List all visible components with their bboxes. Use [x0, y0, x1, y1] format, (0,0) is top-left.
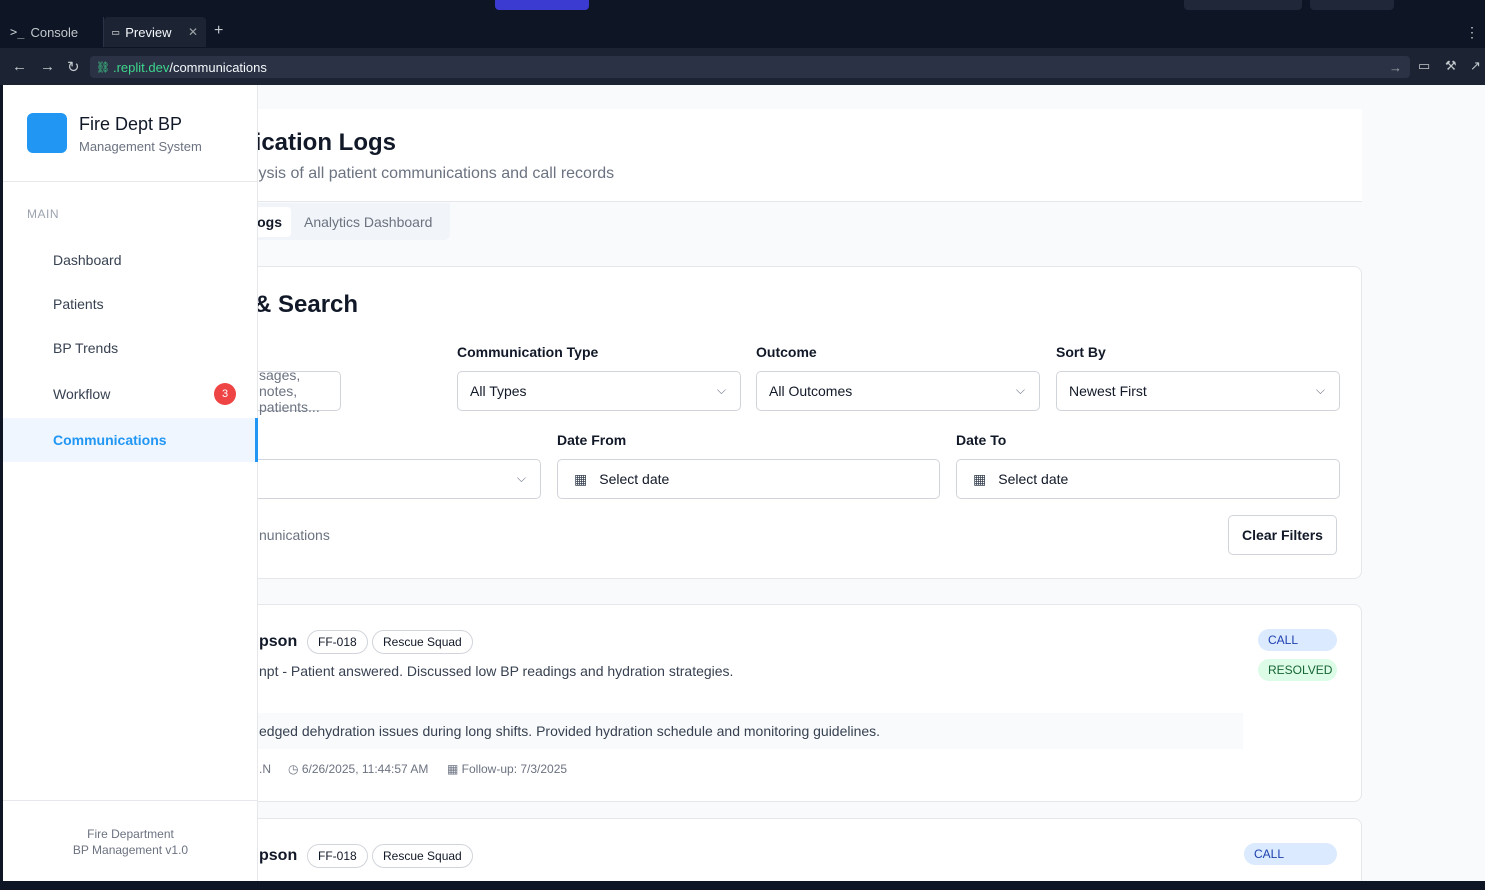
- sidebar-item-label: Dashboard: [53, 252, 122, 268]
- back-icon[interactable]: ←: [12, 58, 27, 75]
- sort-value: Newest First: [1069, 383, 1147, 399]
- chevron-down-icon: ⌵: [716, 383, 726, 397]
- outcome-select[interactable]: All Outcomes ⌵: [756, 371, 1040, 411]
- search-placeholder: sages, notes, patients...: [259, 367, 320, 415]
- date-from-label: Date From: [557, 432, 627, 448]
- brand: Fire Dept BP Management System: [3, 85, 257, 182]
- page-title: nication Logs: [236, 129, 396, 157]
- calendar-icon: ▦: [574, 470, 588, 487]
- go-icon[interactable]: →: [1389, 60, 1402, 75]
- status-badge: RESOLVED: [1258, 659, 1337, 681]
- tab-console-label: Console: [30, 24, 79, 40]
- type-label: Communication Type: [457, 344, 599, 360]
- url-host: .replit.dev: [112, 59, 170, 75]
- reload-icon[interactable]: ↻: [67, 58, 80, 76]
- footer-version: BP Management v1.0: [72, 843, 189, 857]
- outcome-label: Outcome: [756, 344, 817, 360]
- notification-badge: 3: [214, 383, 236, 405]
- bottom-strip: [0, 881, 1485, 890]
- unit-chip: Rescue Squad: [372, 630, 473, 654]
- preview-viewport: Fire Dept BP Management System MAIN Dash…: [3, 85, 1485, 881]
- communication-summary: npt - Patient answered. Discussed low BP…: [259, 663, 734, 679]
- sidebar-footer: Fire Department BP Management v1.0: [3, 800, 258, 881]
- date-from-placeholder: Select date: [599, 471, 670, 487]
- more-icon[interactable]: ⋮: [1465, 24, 1479, 41]
- author: .N: [259, 762, 271, 776]
- chevron-down-icon: ⌵: [516, 471, 526, 485]
- sidebar-item-label: Communications: [53, 432, 167, 448]
- calendar-icon: ▦: [973, 470, 987, 487]
- communication-note: edged dehydration issues during long shi…: [254, 713, 1243, 749]
- link-icon: ⛓: [96, 61, 110, 74]
- terminal-icon: >_: [10, 25, 25, 39]
- chevron-down-icon: ⌵: [1315, 383, 1325, 397]
- date-from-input[interactable]: ▦ Select date: [557, 459, 940, 499]
- type-select[interactable]: All Types ⌵: [457, 371, 741, 411]
- sidebar-item-communications[interactable]: Communications: [3, 418, 258, 462]
- outcome-value: All Outcomes: [769, 383, 853, 399]
- filters-card: & Search sages, notes, patients... Commu…: [134, 266, 1362, 579]
- patient-name: pson: [259, 633, 298, 650]
- devices-icon[interactable]: ▭: [1418, 58, 1430, 74]
- timestamp-text: 6/26/2025, 11:44:57 AM: [301, 762, 429, 776]
- type-badge: CALL: [1258, 629, 1337, 651]
- new-tab-icon[interactable]: +: [214, 22, 223, 40]
- section-label: MAIN: [27, 207, 59, 221]
- followup-date: ▦ Follow-up: 7/3/2025: [447, 762, 567, 776]
- url-path: /communications: [169, 59, 267, 75]
- page-subtitle: alysis of all patient communications and…: [246, 165, 615, 182]
- date-to-placeholder: Select date: [998, 471, 1069, 487]
- sidebar: Fire Dept BP Management System MAIN Dash…: [3, 85, 258, 881]
- brand-title: Fire Dept BP: [79, 114, 183, 134]
- chevron-down-icon: ⌵: [1015, 383, 1025, 397]
- sidebar-item-dashboard[interactable]: Dashboard: [3, 238, 258, 282]
- tab-analytics[interactable]: Analytics Dashboard: [304, 207, 432, 237]
- calendar-icon: ▦: [447, 762, 462, 776]
- patient-id-chip: FF-018: [307, 844, 368, 868]
- tab-preview-label: Preview: [125, 24, 172, 40]
- results-count: nunications: [259, 527, 330, 543]
- date-to-input[interactable]: ▦ Select date: [956, 459, 1340, 499]
- communication-card[interactable]: pson FF-018 Rescue Squad CALL: [163, 818, 1362, 881]
- sidebar-item-label: BP Trends: [53, 340, 119, 356]
- patient-name: pson: [259, 847, 298, 864]
- type-badge: CALL: [1244, 843, 1337, 865]
- url-input[interactable]: ⛓ .replit.dev /communications →: [90, 56, 1410, 78]
- timestamp: ◷ 6/26/2025, 11:44:57 AM: [288, 762, 428, 776]
- patient-id-chip: FF-018: [307, 630, 368, 654]
- page-header: nication Logs alysis of all patient comm…: [163, 109, 1362, 202]
- date-to-label: Date To: [956, 432, 1007, 448]
- forward-icon[interactable]: →: [40, 58, 55, 75]
- unit-chip: Rescue Squad: [372, 844, 473, 868]
- sort-label: Sort By: [1056, 344, 1106, 360]
- sidebar-item-workflow[interactable]: Workflow 3: [3, 372, 258, 416]
- type-value: All Types: [470, 383, 527, 399]
- communication-card[interactable]: pson FF-018 Rescue Squad npt - Patient a…: [163, 604, 1362, 802]
- page-title-text: nication Logs: [240, 129, 396, 156]
- clock-icon: ◷: [288, 762, 302, 776]
- deploy-control[interactable]: [1310, 0, 1394, 10]
- logo: [27, 113, 67, 153]
- sidebar-item-label: Workflow: [53, 386, 111, 402]
- sort-select[interactable]: Newest First ⌵: [1056, 371, 1340, 411]
- ide-top-bar: >_ Console ▭ Preview ✕ + ⋮: [0, 0, 1485, 48]
- brand-subtitle: Management System: [79, 139, 202, 154]
- tab-preview[interactable]: ▭ Preview ✕: [104, 17, 206, 47]
- sidebar-item-bp-trends[interactable]: BP Trends: [3, 326, 258, 370]
- sidebar-item-label: Patients: [53, 296, 104, 312]
- tab-console[interactable]: >_ Console: [0, 17, 104, 47]
- close-icon[interactable]: ✕: [188, 25, 198, 39]
- external-link-icon[interactable]: ↗: [1470, 58, 1481, 74]
- clear-filters-button[interactable]: Clear Filters: [1228, 515, 1337, 555]
- top-control[interactable]: [1184, 0, 1302, 10]
- monitor-icon: ▭: [112, 25, 120, 39]
- run-button[interactable]: [495, 0, 589, 10]
- wrench-icon[interactable]: ⚒: [1445, 58, 1457, 74]
- sidebar-item-patients[interactable]: Patients: [3, 282, 258, 326]
- followup-text: Follow-up: 7/3/2025: [461, 762, 568, 776]
- footer-line: Fire Department: [87, 827, 174, 841]
- filters-title: & Search: [254, 291, 359, 318]
